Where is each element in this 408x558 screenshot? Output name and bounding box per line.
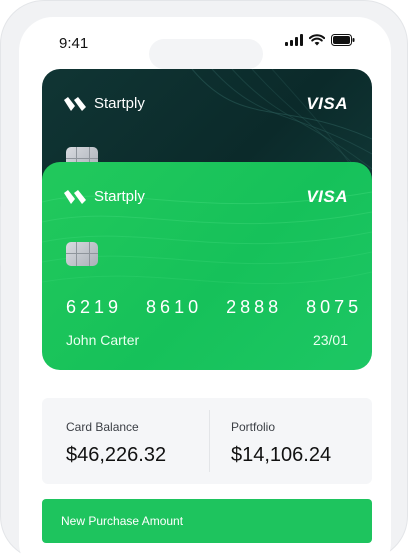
wifi-icon [309, 34, 325, 46]
startply-logo-icon [64, 96, 86, 111]
card-number-group: 6219 [66, 297, 123, 317]
side-button-left-1 [0, 151, 1, 191]
battery-icon [331, 34, 355, 46]
card-expiry: 23/01 [312, 332, 348, 348]
card-holder-name: John Carter [66, 332, 140, 348]
card-balance-value: $46,226.32 [66, 444, 167, 466]
side-button-left-2 [0, 206, 1, 266]
new-purchase-amount-label: New Purchase Amount [61, 514, 184, 528]
card-front-visa-logo: VISA [306, 187, 348, 206]
balance-summary: Card Balance $46,226.32 Portfolio $14,10… [42, 398, 372, 484]
card-number-group: 8610 [146, 297, 203, 317]
card-number-group: 2888 [226, 297, 283, 317]
card-number: 6219 8610 2888 8075 [66, 297, 362, 318]
card-front[interactable]: Startply VISA 6219 8610 2888 8075 John C… [42, 162, 372, 370]
startply-logo-icon [64, 189, 86, 204]
card-back-brand: Startply [64, 95, 145, 112]
portfolio-label: Portfolio [231, 420, 276, 434]
phone-frame: 9:41 Startply VISA Startply VISA 6219 86… [0, 0, 408, 558]
status-icons [285, 34, 355, 46]
phone-screen: 9:41 Startply VISA Startply VISA 6219 86… [19, 17, 391, 558]
card-balance-label: Card Balance [66, 420, 139, 434]
status-time: 9:41 [59, 35, 89, 52]
dynamic-island [149, 39, 263, 69]
portfolio: Portfolio $14,106.24 [231, 420, 331, 467]
signal-icon [285, 34, 303, 46]
card-front-brand-name: Startply [94, 188, 145, 205]
balance-divider [209, 410, 210, 472]
card-back-visa-logo: VISA [306, 94, 348, 113]
card-front-brand: Startply [64, 188, 145, 205]
portfolio-value: $14,106.24 [231, 444, 332, 466]
card-number-group: 8075 [306, 297, 363, 317]
card-front-chip-icon [66, 242, 98, 266]
status-bar: 9:41 [19, 17, 391, 77]
card-back-brand-name: Startply [94, 95, 145, 112]
new-purchase-amount-button[interactable]: New Purchase Amount [42, 499, 372, 543]
card-balance: Card Balance $46,226.32 [66, 420, 166, 467]
